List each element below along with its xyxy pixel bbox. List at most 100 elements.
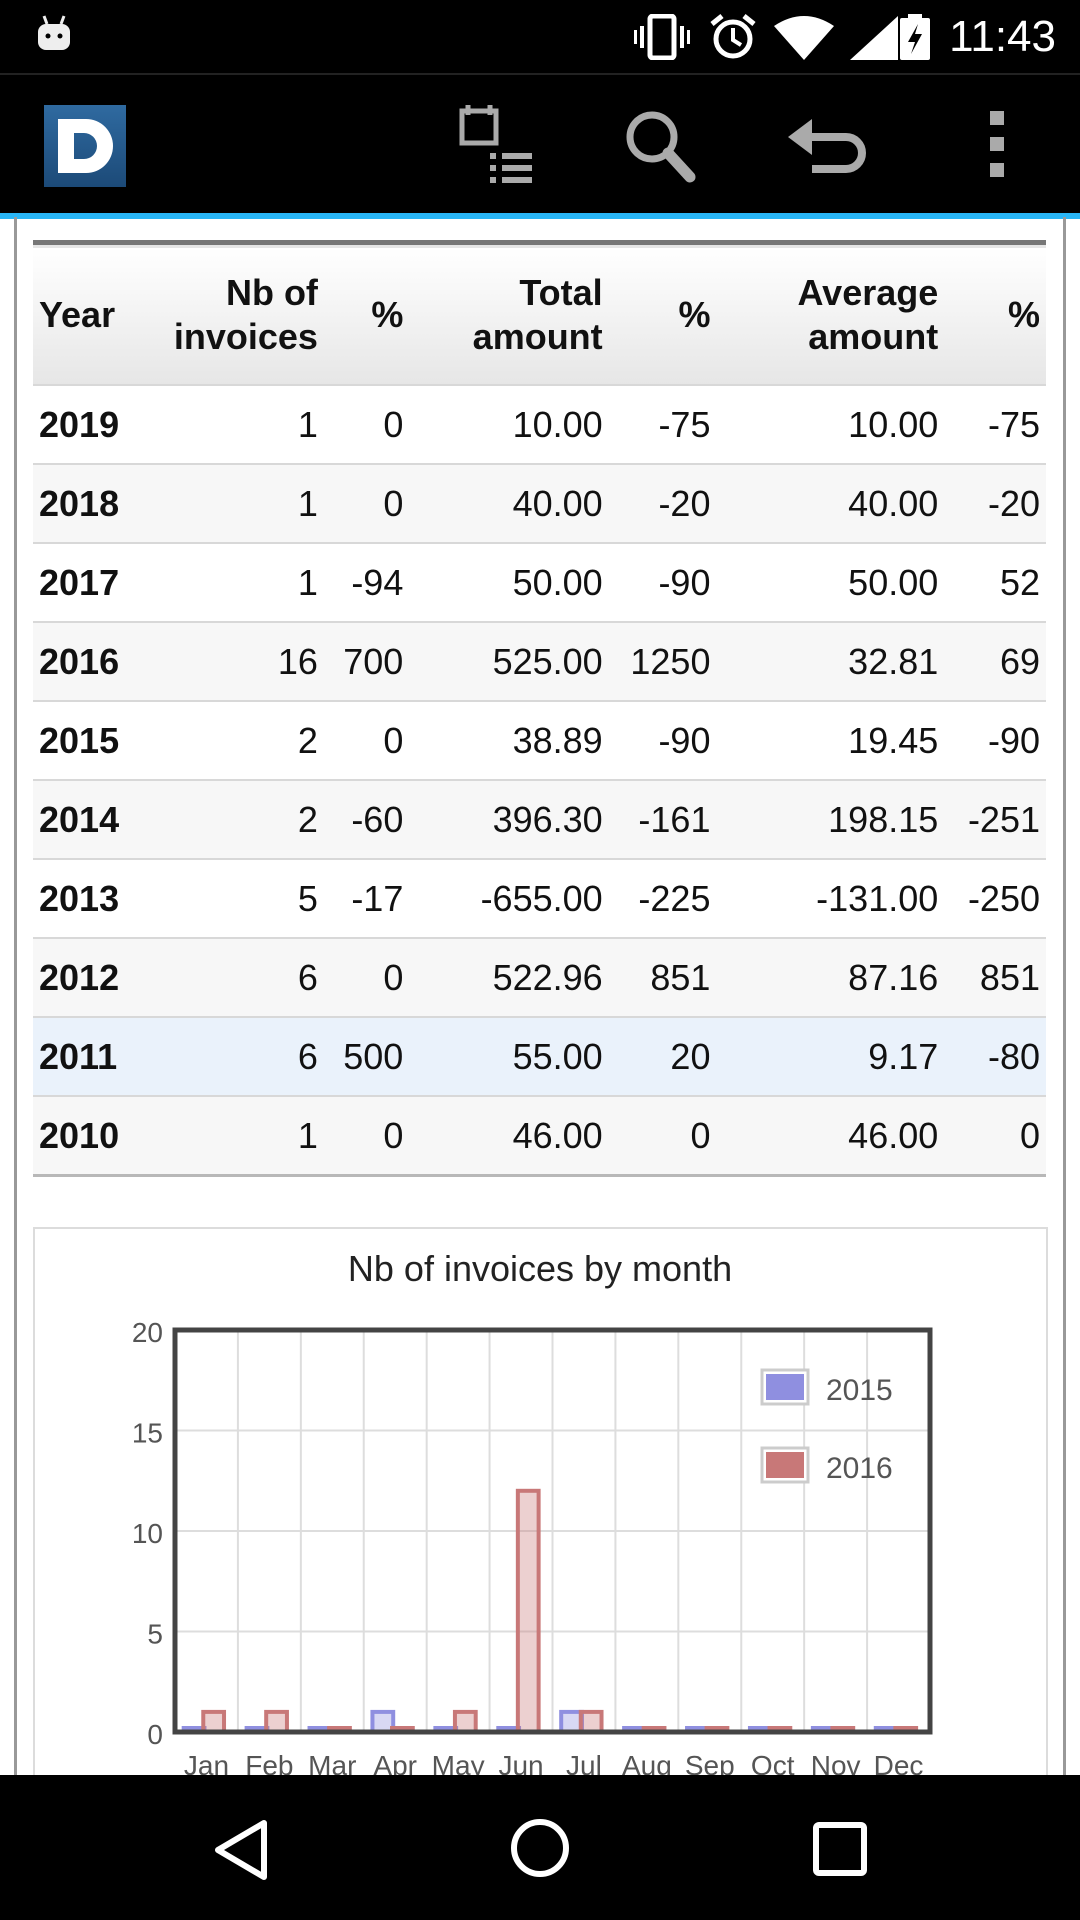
pct-nb-cell: 0 [323,937,410,1017]
legend-label: 2015 [826,1374,893,1407]
average-amount-cell: 50.00 [716,542,945,622]
more-vert-icon[interactable] [948,97,1048,197]
average-amount-cell: 32.81 [716,621,945,701]
y-tick-label: 5 [147,1619,163,1650]
header-year[interactable]: Year [33,243,165,386]
table-row[interactable]: 2011 6 500 55.00 20 9.17 -80 [33,1016,1046,1096]
average-amount-cell: 40.00 [716,463,945,543]
invoices-bar-chart: 0 5 10 15 20 Jan Feb Mar Apr May Jun Jul Aug Sep Oct No… [132,1317,933,1775]
pct-total-cell: -225 [608,858,717,938]
x-tick-label: Feb [245,1750,293,1775]
average-amount-cell: -131.00 [716,858,945,938]
year-link[interactable]: 2014 [33,779,166,859]
clock: 11:43 [949,12,1056,61]
table-row[interactable]: 2010 1 0 46.00 0 46.00 0 [33,1095,1046,1177]
pct-nb-cell: -17 [323,858,410,938]
table-row[interactable]: 2014 2 -60 396.30 -161 198.15 -251 [33,779,1046,859]
year-link[interactable]: 2013 [33,858,166,938]
header-average-amount[interactable]: Average amount [716,243,944,386]
year-link[interactable]: 2019 [33,384,166,464]
year-link[interactable]: 2015 [33,700,166,780]
pct-total-cell: -20 [608,463,717,543]
legend-swatch-2016 [766,1452,804,1478]
pct-total-cell: 0 [608,1095,717,1177]
table-row[interactable]: 2016 16 700 525.00 1250 32.81 69 [33,621,1046,701]
bar-2016-may [452,1709,478,1734]
header-pct-nb[interactable]: % [324,243,409,386]
table-row[interactable]: 2017 1 -94 50.00 -90 50.00 52 [33,542,1046,622]
pct-nb-cell: 500 [323,1016,410,1096]
average-amount-cell: 10.00 [716,384,945,464]
year-link[interactable]: 2011 [33,1016,166,1096]
pct-nb-cell: 700 [323,621,410,701]
total-amount-cell: 522.96 [409,937,609,1017]
total-amount-cell: 38.89 [409,700,609,780]
header-pct-total[interactable]: % [609,243,717,386]
year-link[interactable]: 2018 [33,463,166,543]
header-total-amount[interactable]: Total amount [409,243,608,386]
table-header-row: Year Nb of invoices % Total amount % Avera… [33,242,1046,386]
x-tick-label: Oct [751,1750,795,1775]
nb-invoices-cell: 1 [165,542,324,622]
year-link[interactable]: 2012 [33,937,166,1017]
android-icon [38,15,70,50]
pct-total-cell: -90 [608,542,717,622]
year-link[interactable]: 2010 [33,1095,166,1177]
wifi-icon [774,16,834,60]
table-row[interactable]: 2013 5 -17 -655.00 -225 -131.00 -250 [33,858,1046,938]
x-tick-label: Apr [373,1750,417,1775]
nb-invoices-cell: 6 [165,937,324,1017]
average-amount-cell: 9.17 [716,1016,945,1096]
total-amount-cell: 40.00 [409,463,609,543]
pct-avg-cell: -90 [944,700,1046,780]
total-amount-cell: 10.00 [409,384,609,464]
pct-total-cell: -161 [608,779,717,859]
total-amount-cell: 46.00 [409,1095,609,1177]
table-row[interactable]: 2015 2 0 38.89 -90 19.45 -90 [33,700,1046,780]
nav-home-icon[interactable] [505,1813,575,1883]
total-amount-cell: 525.00 [409,621,609,701]
header-nb-invoices[interactable]: Nb of invoices [165,243,324,386]
nb-invoices-cell: 6 [165,1016,324,1096]
pct-avg-cell: 69 [944,621,1046,701]
header-pct-avg[interactable]: % [944,243,1046,386]
x-tick-label: Sep [685,1750,735,1775]
pct-avg-cell: 851 [944,937,1046,1017]
y-tick-label: 20 [132,1317,163,1348]
nb-invoices-cell: 2 [165,779,324,859]
y-tick-label: 10 [132,1518,163,1549]
y-tick-label: 15 [132,1418,163,1449]
nb-invoices-cell: 1 [165,384,324,464]
y-tick-label: 0 [147,1719,163,1750]
pct-avg-cell: -251 [944,779,1046,859]
table-row[interactable]: 2012 6 0 522.96 851 87.16 851 [33,937,1046,1017]
stats-table: Year Nb of invoices % Total amount % Avera… [33,240,1046,1177]
pct-avg-cell: -20 [944,463,1046,543]
total-amount-cell: 55.00 [409,1016,609,1096]
year-link[interactable]: 2017 [33,542,166,622]
calendar-list-icon[interactable] [448,97,548,197]
wifi-signal-icon [850,16,898,60]
nb-invoices-cell: 5 [165,858,324,938]
pct-total-cell: 851 [608,937,717,1017]
total-amount-cell: -655.00 [409,858,609,938]
table-row[interactable]: 2019 1 0 10.00 -75 10.00 -75 [33,384,1046,464]
year-link[interactable]: 2016 [33,621,166,701]
alarm-icon [710,14,756,59]
x-tick-label: Jul [566,1750,602,1775]
pct-avg-cell: -80 [944,1016,1046,1096]
vibrate-icon [634,14,690,60]
nav-back-icon[interactable] [206,1815,276,1885]
app-logo[interactable] [44,105,126,187]
search-icon[interactable] [612,97,712,197]
back-arrow-icon[interactable] [780,97,880,197]
status-bar: 11:43 [0,0,1080,73]
average-amount-cell: 198.15 [716,779,945,859]
x-tick-label: May [432,1750,485,1775]
legend-swatch-2015 [766,1374,804,1400]
average-amount-cell: 87.16 [716,937,945,1017]
bar-2016-feb [264,1709,289,1734]
nav-recents-icon[interactable] [806,1815,876,1885]
table-row[interactable]: 2018 1 0 40.00 -20 40.00 -20 [33,463,1046,543]
app-toolbar [0,73,1080,219]
